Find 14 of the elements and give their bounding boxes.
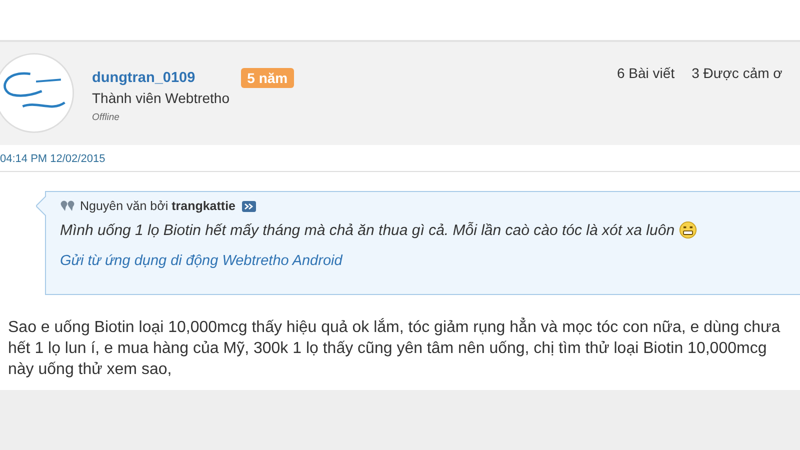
mobile-app-link[interactable]: Gửi từ ứng dụng di động Webtretho Android [60,253,342,269]
username-link[interactable]: dungtran_0109 [92,70,196,86]
post-stat: 6 Bài viết [617,65,675,81]
quote-attribution: Nguyên văn bởi trangkattie [80,199,236,213]
post-timestamp: 04:14 PM 12/02/2015 [0,153,106,165]
quote-text: Mình uống 1 lọ Biotin hết mấy tháng mà chả ăn thua gì cả. Mỗi lần caò cào tóc là xót xa luôn [60,222,675,238]
member-rank: Thành viên Webtretho [92,90,230,106]
online-status: Offline [92,112,120,123]
quote-icon [60,200,76,212]
post-body-text: Sao e uống Biotin loại 10,000mcg thấy hiệu quả ok lắm, tóc giảm rụng hẳn và mọc tóc con nữa, e dùng chưa hết 1 lọ lun í, e mua hàng của Mỹ, 300k 1 lọ thấy cũng yên tâm nên uống, chị tìm thử loại Biotin 10,000mcg này uống thử xem sao, [8,317,782,380]
frown-emoji-icon [678,221,697,239]
membership-badge: 5 năm [241,68,294,88]
view-post-icon[interactable] [242,200,256,212]
post-stat: 3 Được cảm ơ [692,65,782,81]
